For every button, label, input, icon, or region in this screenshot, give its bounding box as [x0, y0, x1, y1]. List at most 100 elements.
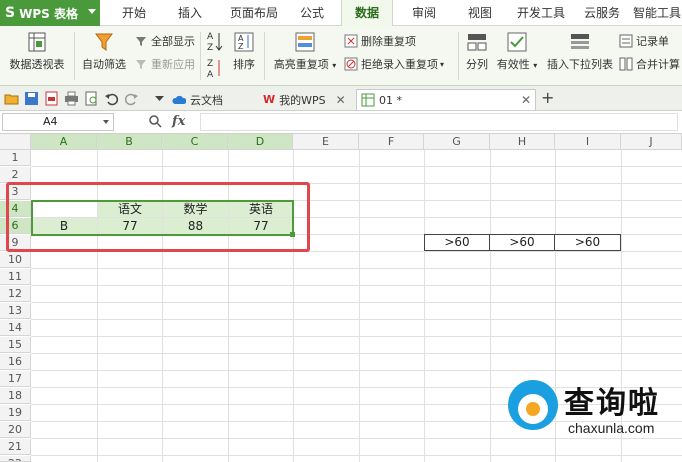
record-form-button[interactable]: 记录单 [619, 32, 669, 50]
doc-tab-my-wps[interactable]: W 我的WPS ✕ [263, 89, 353, 110]
row-header[interactable]: 15 [0, 337, 31, 353]
chevron-down-icon: ▾ [440, 59, 445, 69]
sort-descending-icon[interactable]: ZA [207, 57, 225, 82]
reject-duplicates-label: 拒绝录入重复项 [361, 58, 438, 71]
consolidate-label: 合并计算 [636, 58, 680, 71]
chevron-down-icon[interactable] [152, 91, 167, 106]
tab-data[interactable]: 数据 [341, 0, 393, 26]
reapply-label: 重新应用 [151, 58, 195, 71]
row-header[interactable]: 16 [0, 354, 31, 370]
watermark-title: 查询啦 [564, 386, 660, 421]
save-icon[interactable] [24, 91, 39, 106]
pivot-table-button[interactable]: 数据透视表 [6, 32, 68, 72]
tab-cloud-services[interactable]: 云服务 [578, 0, 626, 26]
close-icon[interactable]: ✕ [521, 93, 531, 107]
show-all-button[interactable]: 全部显示 [134, 32, 195, 50]
column-header-e[interactable]: E [293, 134, 359, 150]
column-header-j[interactable]: J [621, 134, 682, 150]
insert-dropdown-list-button[interactable]: 插入下拉列表 [545, 32, 615, 72]
highlight-duplicates-button[interactable]: 高亮重复项 ▾ [270, 32, 340, 72]
new-tab-icon[interactable]: + [541, 88, 554, 107]
tab-review[interactable]: 审阅 [400, 0, 448, 26]
row-header[interactable]: 21 [0, 439, 31, 455]
wps-app-menu-button[interactable]: S WPS 表格 [0, 0, 100, 26]
column-header-b[interactable]: B [97, 134, 162, 150]
insert-function-icon[interactable]: fx [172, 114, 185, 129]
validation-icon [506, 32, 528, 52]
tab-smart-tools[interactable]: 智能工具 [632, 0, 682, 26]
data-validation-label: 有效性 [496, 58, 530, 71]
open-folder-icon[interactable] [4, 91, 19, 106]
row-header[interactable]: 2 [0, 167, 31, 183]
wps-logo-icon: S [5, 5, 16, 21]
select-all-corner[interactable] [0, 134, 31, 150]
show-all-icon [134, 34, 148, 48]
delete-duplicates-icon [344, 34, 358, 48]
redo-icon[interactable] [124, 91, 139, 106]
doc-tab-01[interactable]: 01 * ✕ [356, 89, 536, 110]
row-header[interactable]: 18 [0, 388, 31, 404]
delete-duplicates-button[interactable]: 删除重复项 [344, 32, 416, 50]
cell-h9[interactable]: >60 [489, 234, 555, 251]
record-form-icon [619, 34, 633, 48]
tab-developer[interactable]: 开发工具 [511, 0, 571, 26]
reject-duplicates-button[interactable]: 拒绝录入重复项 ▾ [344, 55, 444, 73]
text-to-columns-button[interactable]: 分列 [462, 32, 492, 72]
chevron-down-icon [88, 9, 96, 14]
reapply-button[interactable]: 重新应用 [134, 55, 195, 73]
column-header-c[interactable]: C [162, 134, 228, 150]
doc-tab-label: 我的WPS [279, 93, 326, 107]
autofilter-button[interactable]: 自动筛选 [78, 32, 130, 72]
watermark: 查询啦 chaxunla.com [508, 376, 678, 446]
chevron-down-icon [103, 120, 109, 124]
column-header-g[interactable]: G [424, 134, 490, 150]
sort-icon: AZ [233, 32, 255, 52]
column-header-d[interactable]: D [228, 134, 293, 150]
undo-icon[interactable] [104, 91, 119, 106]
row-header[interactable]: 12 [0, 286, 31, 302]
close-icon[interactable]: ✕ [336, 93, 346, 107]
name-box[interactable]: A4 [2, 113, 114, 131]
row-header[interactable]: 19 [0, 405, 31, 421]
row-header[interactable]: 20 [0, 422, 31, 438]
menu-bar: S WPS 表格 开始 插入 页面布局 公式 数据 审阅 视图 开发工具 云服务… [0, 0, 682, 26]
export-pdf-icon[interactable] [44, 91, 59, 106]
search-logo-icon [508, 380, 558, 430]
wps-logo-icon: W [263, 93, 276, 106]
delete-duplicates-label: 删除重复项 [361, 35, 416, 48]
sort-button[interactable]: AZ 排序 [229, 32, 259, 72]
column-header-f[interactable]: F [359, 134, 424, 150]
zoom-search-icon[interactable] [148, 114, 162, 128]
highlight-duplicates-icon [294, 32, 316, 52]
sort-ascending-icon[interactable]: AZ [207, 30, 225, 55]
tab-insert[interactable]: 插入 [166, 0, 214, 26]
row-header[interactable]: 17 [0, 371, 31, 387]
tab-start[interactable]: 开始 [110, 0, 158, 26]
row-header[interactable]: 22 [0, 456, 31, 462]
pivot-table-icon [26, 32, 48, 52]
row-header[interactable]: 10 [0, 252, 31, 268]
cell-g9[interactable]: >60 [424, 234, 490, 251]
tab-view[interactable]: 视图 [456, 0, 504, 26]
tab-page-layout[interactable]: 页面布局 [222, 0, 286, 26]
text-to-columns-label: 分列 [466, 58, 488, 71]
split-columns-icon [466, 32, 488, 52]
column-header-i[interactable]: I [555, 134, 621, 150]
consolidate-button[interactable]: 合并计算 [619, 55, 680, 73]
column-header-h[interactable]: H [490, 134, 555, 150]
sort-label: 排序 [233, 58, 255, 71]
tab-formulas[interactable]: 公式 [290, 0, 334, 26]
column-header-a[interactable]: A [31, 134, 97, 150]
data-validation-button[interactable]: 有效性 ▾ [496, 32, 538, 72]
doc-tab-label: 云文档 [190, 93, 223, 107]
row-header[interactable]: 14 [0, 320, 31, 336]
doc-tab-cloud[interactable]: 云文档 [172, 89, 258, 110]
row-header[interactable]: 13 [0, 303, 31, 319]
formula-input[interactable] [200, 113, 678, 131]
print-preview-icon[interactable] [84, 91, 99, 106]
row-header[interactable]: 1 [0, 150, 31, 166]
cell-i9[interactable]: >60 [554, 234, 621, 251]
row-header[interactable]: 11 [0, 269, 31, 285]
print-icon[interactable] [64, 91, 79, 106]
svg-text:A: A [207, 70, 214, 79]
